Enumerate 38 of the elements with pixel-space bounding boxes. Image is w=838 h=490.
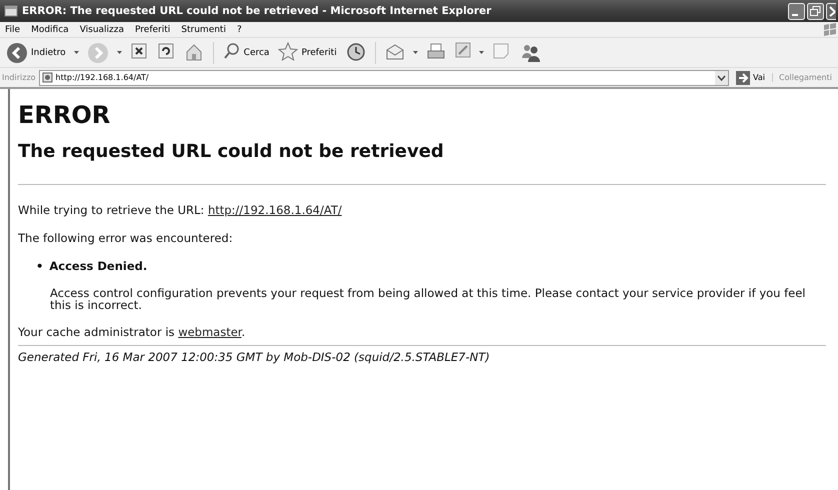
- go-button[interactable]: Vai: [732, 70, 770, 84]
- caret-icon[interactable]: [72, 50, 80, 55]
- window-title: ERROR: The requested URL could not be retrieved - Microsoft Internet Explorer: [22, 5, 492, 17]
- address-field[interactable]: http://192.168.1.64/AT/: [38, 70, 730, 86]
- error-intro: The following error was encountered:: [18, 231, 234, 245]
- menu-item[interactable]: Preferiti: [135, 24, 170, 34]
- minimize-button[interactable]: [788, 2, 805, 20]
- favorites-button[interactable]: Preferiti: [276, 40, 339, 64]
- caret-icon[interactable]: [478, 50, 485, 55]
- error-description: Access control configuration prevents your request from being allowed at this time. Please contact your service provider if you feel this is incorrect.: [50, 287, 807, 311]
- windows-logo-icon: [822, 22, 838, 37]
- menu-item[interactable]: Modifica: [31, 24, 69, 34]
- url-sentence: While trying to retrieve the URL: http://192.168.1.64/AT/: [18, 203, 343, 217]
- clock-icon: [346, 42, 366, 64]
- house-icon: [184, 42, 204, 64]
- back-button[interactable]: Indietro: [4, 40, 68, 64]
- menu-item[interactable]: Visualizza: [80, 24, 124, 34]
- caret-icon[interactable]: [116, 50, 123, 55]
- error-title: Access Denied.: [49, 259, 148, 273]
- generated-footer: Generated Fri, 16 Mar 2007 12:00:35 GMT by Mob-DIS-02 (squid/2.5.STABLE7-NT): [18, 350, 826, 364]
- admin-sentence: Your cache administrator is webmaster.: [18, 325, 246, 339]
- restore-button[interactable]: [807, 2, 824, 20]
- arrow-icon: [736, 70, 750, 84]
- bullet: •: [36, 259, 44, 273]
- address-label: Indirizzo: [2, 73, 36, 82]
- menu-item[interactable]: ?: [236, 24, 242, 34]
- error-subheading: The requested URL could not be retrieved: [18, 141, 445, 162]
- close-button[interactable]: [826, 2, 836, 20]
- url-link[interactable]: http://192.168.1.64/AT/: [208, 203, 342, 217]
- error-heading: ERROR: [18, 101, 112, 129]
- menu-item[interactable]: Strumenti: [181, 24, 226, 34]
- page-icon: [42, 72, 53, 83]
- search-button[interactable]: Cerca: [220, 40, 272, 64]
- star-icon: [278, 42, 298, 64]
- caret-icon[interactable]: [412, 50, 419, 55]
- app-icon: [4, 4, 18, 18]
- menu-item[interactable]: File: [5, 24, 20, 34]
- webmaster-link[interactable]: webmaster: [178, 325, 242, 339]
